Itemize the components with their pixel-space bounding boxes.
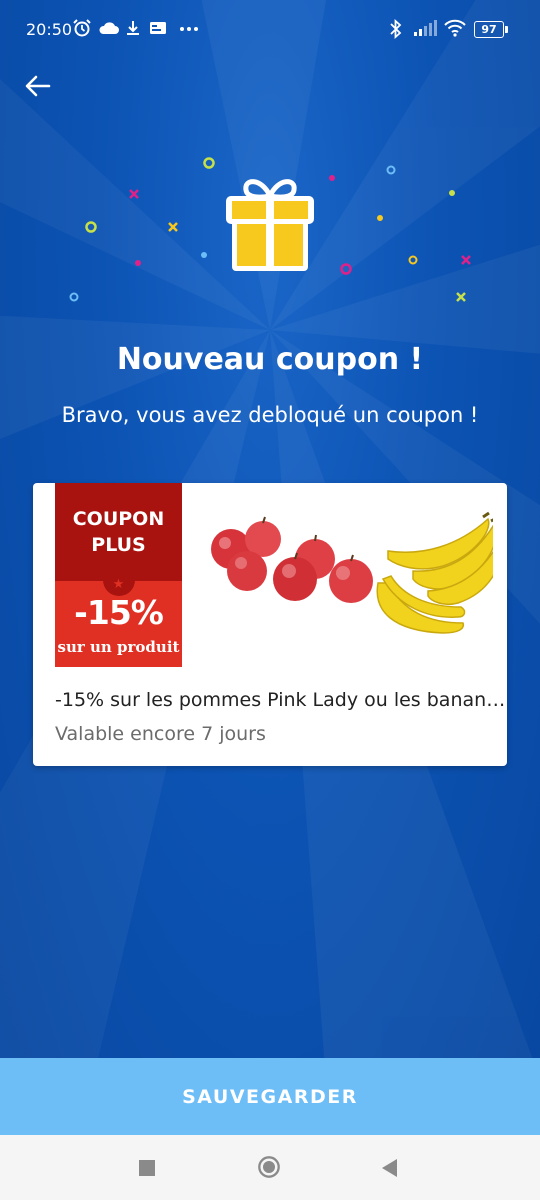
bananas-image — [376, 511, 493, 634]
coupon-badge-header: COUPON PLUS — [55, 483, 182, 581]
back-button[interactable] — [18, 66, 58, 106]
apples-image — [211, 516, 373, 603]
coupon-badge-discount: ★ -15% sur un produit — [55, 577, 182, 667]
coupon-validity: Valable encore 7 jours — [55, 723, 266, 745]
more-dots-icon — [180, 27, 198, 31]
page-subtitle: Bravo, vous avez debloqué un coupon ! — [61, 403, 479, 427]
bluetooth-icon — [390, 18, 402, 40]
system-nav-bar — [0, 1135, 540, 1200]
star-icon: ★ — [112, 577, 125, 592]
page-title: Nouveau coupon ! — [116, 342, 424, 377]
badge-line2: PLUS — [91, 534, 146, 556]
status-time: 20:50 — [26, 20, 73, 39]
battery-level: 97 — [481, 23, 497, 36]
battery-tip — [505, 26, 508, 33]
save-button[interactable]: SAUVEGARDER — [0, 1058, 540, 1135]
back-nav-button[interactable] — [379, 1155, 399, 1179]
badge-line1: COUPON — [72, 508, 165, 530]
arrow-left-icon — [25, 75, 51, 97]
coupon-title: -15% sur les pommes Pink Lady ou les ban… — [55, 689, 507, 711]
home-button[interactable] — [256, 1155, 282, 1179]
coupon-card[interactable]: COUPON PLUS ★ -15% sur un produit -15% s… — [33, 483, 507, 766]
alarm-icon — [73, 19, 91, 37]
product-image — [211, 511, 493, 634]
card-icon — [150, 22, 166, 34]
discount-value: -15% — [74, 593, 164, 632]
gift-icon — [226, 179, 314, 271]
recent-apps-button[interactable] — [137, 1155, 157, 1179]
cloud-icon — [99, 22, 119, 34]
discount-subtitle: sur un produit — [57, 638, 180, 656]
download-icon — [127, 21, 139, 35]
signal-icon — [414, 20, 437, 36]
wifi-icon — [444, 19, 466, 37]
battery-icon: 97 — [474, 21, 504, 38]
status-bar: 20:50 97 — [0, 0, 540, 60]
